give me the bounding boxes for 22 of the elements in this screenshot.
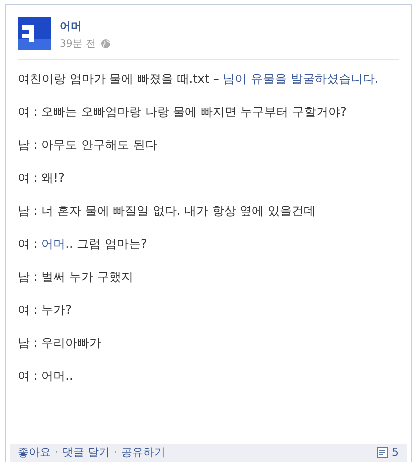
dialogue-line: 남 : 아무도 안구해도 된다 — [18, 137, 158, 154]
comment-icon[interactable] — [377, 447, 388, 458]
dialogue-line: 남 : 우리아빠가 — [18, 335, 103, 352]
dialogue-line: 여 : 누가? — [18, 302, 74, 319]
action-link[interactable]: 좋아요 — [18, 445, 51, 460]
text-link[interactable]: 님이 유물을 발굴하셨습니다. — [223, 72, 379, 86]
separator-dot: · — [55, 446, 58, 459]
separator-dot: · — [114, 446, 118, 459]
dialogue-line: 여 : 왜!? — [18, 170, 66, 187]
dialogue-line: 남 : 벌써 누가 구했지 — [18, 269, 134, 286]
author-name[interactable]: 어머 — [60, 19, 111, 34]
action-link[interactable]: 댓글 달기 — [62, 445, 110, 460]
dialogue-line: 여 : 어머.. — [18, 368, 74, 385]
post-title: 여친이랑 엄마가 물에 빠졌을 때.txt – 님이 유물을 발굴하셨습니다. — [18, 71, 380, 88]
dialogue-line: 여 : 오빠는 오빠엄마랑 나랑 물에 빠지면 누구부터 구할거야? — [18, 104, 348, 121]
globe-icon — [100, 39, 111, 49]
dialogue-line: 남 : 너 혼자 물에 빠질일 없다. 내가 항상 옆에 있을건데 — [18, 203, 318, 220]
comment-count: 5 — [392, 446, 399, 459]
avatar-icon[interactable] — [18, 17, 51, 50]
text-link[interactable]: 어머.. — [42, 237, 74, 251]
action-link[interactable]: 공유하기 — [122, 445, 166, 460]
dialogue-line: 여 : 어머.. 그럼 엄마는? — [18, 236, 148, 253]
